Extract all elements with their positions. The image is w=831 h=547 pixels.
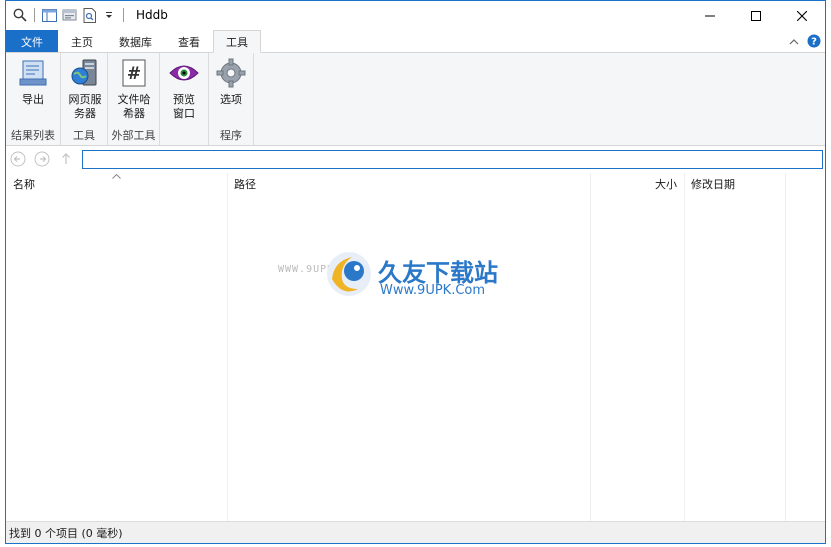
export-label: 导出: [22, 93, 44, 106]
tab-tools[interactable]: 工具: [213, 30, 261, 53]
ribbon-tabs: 文件 主页 数据库 查看 工具: [6, 30, 825, 53]
window-title: Hddb: [136, 8, 168, 22]
up-icon[interactable]: [58, 151, 74, 167]
watermark-en-text: Www.9UPK.Com: [380, 283, 486, 298]
tab-view[interactable]: 查看: [165, 30, 213, 53]
gear-icon: [216, 58, 246, 88]
find-file-icon[interactable]: [81, 7, 97, 23]
tab-home[interactable]: 主页: [58, 30, 106, 53]
maximize-icon: [751, 10, 761, 21]
web-server-button[interactable]: 网页服务器: [61, 57, 109, 121]
preview-window-label: 预览窗口: [173, 93, 195, 120]
maximize-button[interactable]: [733, 1, 779, 30]
window-controls: [687, 1, 825, 30]
options-label: 选项: [220, 93, 242, 106]
navigation-bar: [6, 147, 825, 171]
file-hasher-label: 文件哈希器: [117, 93, 151, 120]
export-icon: [19, 60, 47, 86]
ribbon-group-external-tools-2: 预览窗口: [160, 53, 209, 145]
group-label-program: 程序: [220, 129, 242, 142]
status-text: 找到 0 个项目 (0 毫秒): [9, 526, 123, 540]
web-server-label: 网页服务器: [68, 93, 102, 120]
column-divider[interactable]: [785, 173, 786, 523]
tab-database[interactable]: 数据库: [106, 30, 165, 53]
ribbon-group-external-tools: # 文件哈希器 外部工具: [108, 53, 160, 145]
panel-icon[interactable]: [41, 7, 57, 23]
collapse-ribbon-icon[interactable]: [789, 36, 799, 49]
options-button[interactable]: 选项: [207, 57, 255, 107]
watermark: WWW.9UPK.COM 久友下载站 Www.9UPK.Com: [278, 249, 518, 309]
hash-icon: #: [122, 59, 146, 87]
web-server-icon: [71, 59, 97, 86]
svg-text:?: ?: [811, 37, 817, 48]
results-list[interactable]: 名称 路径 大小 修改日期: [6, 173, 825, 523]
qat-separator: [34, 8, 35, 22]
export-button[interactable]: 导出: [9, 57, 57, 107]
minimize-button[interactable]: [687, 1, 733, 30]
file-hasher-button[interactable]: # 文件哈希器: [110, 57, 158, 121]
column-divider[interactable]: [227, 173, 228, 523]
group-label-result-list: 结果列表: [11, 129, 55, 142]
tab-file[interactable]: 文件: [6, 30, 58, 53]
customize-dropdown-icon[interactable]: [101, 7, 117, 23]
forward-icon[interactable]: [34, 151, 50, 167]
ribbon-right-controls: ?: [789, 34, 821, 51]
ribbon-group-tools: 网页服务器 工具: [61, 53, 108, 145]
search-icon[interactable]: [12, 7, 28, 23]
help-icon[interactable]: ?: [807, 34, 821, 51]
close-button[interactable]: [779, 1, 825, 30]
column-header-name[interactable]: 名称: [6, 173, 227, 195]
group-label-tools: 工具: [73, 129, 95, 142]
ribbon-group-result-list: 导出 结果列表: [6, 53, 61, 145]
quick-access-toolbar: [12, 6, 126, 24]
column-header-modified[interactable]: 修改日期: [684, 173, 785, 195]
column-header-size[interactable]: 大小: [590, 173, 684, 195]
title-bar: Hddb: [6, 1, 825, 30]
qat-separator: [123, 8, 124, 22]
ribbon-panel: 导出 结果列表 网页服务器 工具 # 文件哈希器 外部工具 预览窗口 选项 程序: [6, 52, 825, 146]
eye-icon: [169, 65, 199, 81]
status-bar: 找到 0 个项目 (0 毫秒): [6, 521, 825, 543]
watermark-logo-icon: [327, 252, 371, 296]
back-icon[interactable]: [10, 151, 26, 167]
app-window: Hddb 文件 主页 数据库 查看 工具 ? 导出 结果列表 网页服务器 工具 …: [5, 0, 826, 544]
minimize-icon: [705, 15, 715, 16]
column-divider[interactable]: [590, 173, 591, 523]
close-icon: [797, 10, 807, 21]
ribbon-group-program: 选项 程序: [209, 53, 254, 145]
preview-window-button[interactable]: 预览窗口: [160, 57, 208, 121]
address-input[interactable]: [82, 150, 823, 169]
group-label-external-tools: 外部工具: [111, 129, 156, 142]
column-header-path[interactable]: 路径: [227, 173, 590, 195]
svg-text:#: #: [127, 64, 141, 84]
database-icon[interactable]: [61, 7, 77, 23]
column-divider[interactable]: [684, 173, 685, 523]
